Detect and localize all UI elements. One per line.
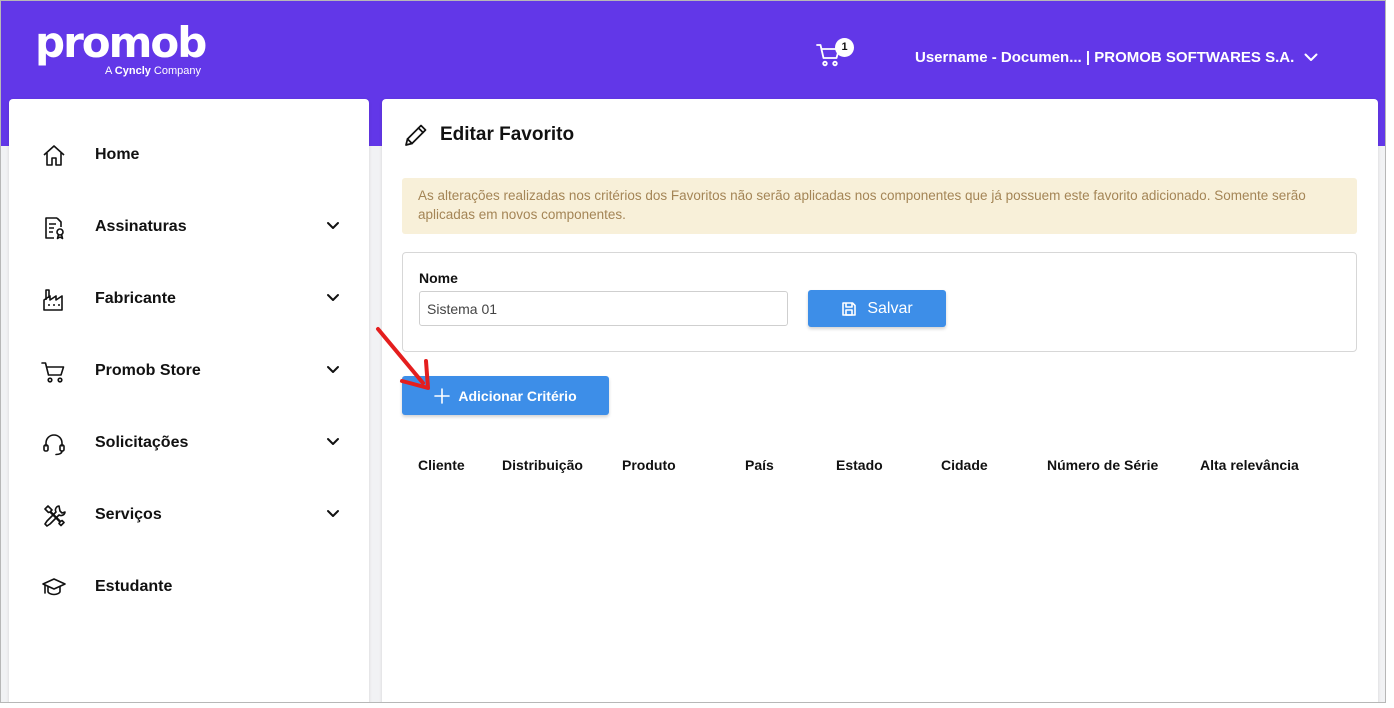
sidebar-item-assinaturas[interactable]: Assinaturas	[9, 207, 369, 247]
sidebar-item-label: Solicitações	[95, 434, 189, 451]
sidebar-nav: Home Assinaturas Fabricante Promob Store…	[9, 99, 369, 702]
name-input[interactable]	[419, 291, 788, 326]
app-window: promob A Cyncly Company 1 Username - Doc…	[0, 0, 1386, 703]
cart-icon	[41, 362, 65, 383]
factory-icon	[43, 289, 63, 311]
sidebar-item-label: Home	[95, 146, 140, 163]
chevron-down-icon	[327, 294, 339, 301]
chevron-down-icon	[327, 510, 339, 517]
sidebar-item-estudante[interactable]: Estudante	[9, 567, 369, 607]
sidebar-item-solicitacoes[interactable]: Solicitações	[9, 423, 369, 463]
annotation-arrow-icon	[376, 327, 430, 390]
user-account-menu[interactable]: Username - Documen... | PROMOB SOFTWARES…	[915, 49, 1318, 66]
warning-alert: As alterações realizadas nos critérios d…	[402, 178, 1357, 234]
column-header-estado[interactable]: Estado	[836, 457, 883, 473]
headset-icon	[43, 434, 65, 456]
cart-count-badge: 1	[835, 38, 854, 57]
column-header-pais[interactable]: País	[745, 457, 774, 473]
column-header-alta-relevancia[interactable]: Alta relevância	[1200, 457, 1299, 473]
column-header-produto[interactable]: Produto	[622, 457, 676, 473]
sidebar-item-promob-store[interactable]: Promob Store	[9, 351, 369, 391]
column-header-numero-de-serie[interactable]: Número de Série	[1047, 457, 1158, 473]
sidebar-item-servicos[interactable]: Serviços	[9, 495, 369, 535]
page-header: Editar Favorito	[402, 121, 574, 149]
sidebar-item-fabricante[interactable]: Fabricante	[9, 279, 369, 319]
chevron-down-icon	[327, 222, 339, 229]
save-button[interactable]: Salvar	[808, 290, 946, 327]
save-icon	[842, 301, 857, 316]
user-account-label: Username - Documen... | PROMOB SOFTWARES…	[915, 49, 1295, 66]
column-header-distribuicao[interactable]: Distribuição	[502, 457, 583, 473]
column-header-cidade[interactable]: Cidade	[941, 457, 988, 473]
save-button-label: Salvar	[867, 299, 913, 317]
chevron-down-icon	[327, 438, 339, 445]
main-content: Editar Favorito As alterações realizadas…	[382, 99, 1378, 702]
sidebar-item-label: Assinaturas	[95, 218, 187, 235]
chevron-down-icon	[327, 366, 339, 373]
certificate-document-icon	[45, 217, 64, 240]
sidebar-item-home[interactable]: Home	[9, 135, 369, 175]
home-icon	[43, 145, 65, 166]
promob-logo[interactable]: promob A Cyncly Company	[35, 22, 207, 78]
pencil-icon	[405, 124, 427, 146]
logo-tagline: A Cyncly Company	[105, 65, 202, 77]
sidebar-item-label: Estudante	[95, 578, 173, 595]
favorite-form-card: Nome Salvar	[402, 252, 1357, 352]
graduation-cap-icon	[42, 578, 66, 596]
sidebar-item-label: Fabricante	[95, 290, 176, 307]
name-field-label: Nome	[419, 270, 458, 286]
sidebar-item-label: Promob Store	[95, 362, 201, 379]
tools-icon	[44, 505, 66, 527]
sidebar-item-label: Serviços	[95, 506, 162, 523]
page-title: Editar Favorito	[440, 124, 575, 145]
column-header-cliente[interactable]: Cliente	[418, 457, 465, 473]
add-criterion-label: Adicionar Critério	[458, 387, 577, 404]
chevron-down-icon	[1304, 53, 1318, 61]
